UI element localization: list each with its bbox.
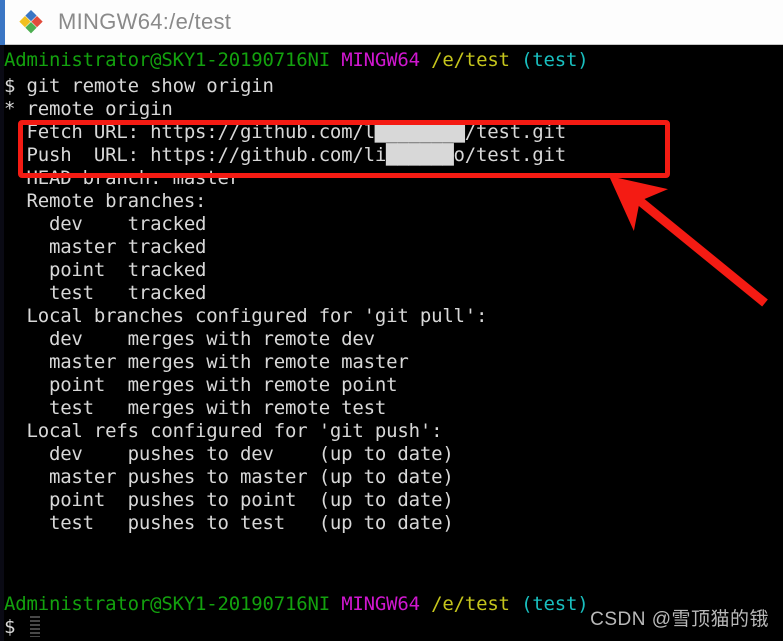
- output-line-pull-master: master merges with remote master: [4, 351, 409, 373]
- output-line-push-url: Push URL: https://github.com/li██████o/t…: [4, 144, 566, 166]
- output-line-push-master: master pushes to master (up to date): [4, 466, 454, 488]
- prompt-path-top: /e/test: [431, 49, 510, 71]
- prompt-line-top: Administrator@SKY1-20190716NI MINGW64 /e…: [4, 49, 589, 72]
- mingw-diamond-icon: [18, 9, 44, 35]
- prompt-line-bottom: Administrator@SKY1-20190716NI MINGW64 /e…: [4, 593, 589, 616]
- prompt-symbol: $: [4, 616, 16, 638]
- output-line-push-dev: dev pushes to dev (up to date): [4, 443, 454, 465]
- output-line-remote-test: test tracked: [4, 282, 207, 304]
- terminal-body[interactable]: Administrator@SKY1-20190716NI MINGW64 /e…: [0, 45, 783, 641]
- window-titlebar: MINGW64:/e/test: [0, 0, 783, 45]
- output-line-remote-branches: Remote branches:: [4, 190, 207, 212]
- output-line-remote-master: master tracked: [4, 236, 207, 258]
- output-line-pull-dev: dev merges with remote dev: [4, 328, 375, 350]
- prompt-space-2: [420, 49, 431, 71]
- output-line-push-header: Local refs configured for 'git push':: [4, 420, 443, 442]
- output-line-push-test: test pushes to test (up to date): [4, 512, 454, 534]
- prompt-shell-bottom: MINGW64: [341, 593, 420, 615]
- prompt-userhost-bottom: Administrator@SKY1-20190716NI: [4, 593, 330, 615]
- output-line-remote-origin: * remote origin: [4, 98, 173, 120]
- screenshot-root: MINGW64:/e/test Administrator@SKY1-20190…: [0, 0, 783, 641]
- prompt-branch-bottom: (test): [521, 593, 589, 615]
- prompt-space-1: [330, 49, 341, 71]
- output-line-head-branch: HEAD branch: master: [4, 167, 241, 189]
- output-line-pull-header: Local branches configured for 'git pull'…: [4, 305, 488, 327]
- output-line-fetch-url: Fetch URL: https://github.com/l████████/…: [4, 121, 566, 143]
- text-cursor: [30, 616, 40, 637]
- csdn-watermark: CSDN @雪顶猫的锇: [590, 609, 769, 630]
- prompt-space-5: [420, 593, 431, 615]
- prompt-space-4: [330, 593, 341, 615]
- prompt-branch-top: (test): [521, 49, 589, 71]
- output-line-remote-dev: dev tracked: [4, 213, 207, 235]
- prompt-shell-top: MINGW64: [341, 49, 420, 71]
- window-title: MINGW64:/e/test: [58, 9, 232, 34]
- prompt-space-6: [510, 593, 521, 615]
- prompt-space-3: [510, 49, 521, 71]
- titlebar-accent-stripe: [0, 0, 5, 45]
- output-line-pull-point: point merges with remote point: [4, 374, 398, 396]
- output-line-pull-test: test merges with remote test: [4, 397, 387, 419]
- prompt-path-bottom: /e/test: [431, 593, 510, 615]
- prompt-userhost-top: Administrator@SKY1-20190716NI: [4, 49, 330, 71]
- output-line-remote-point: point tracked: [4, 259, 207, 281]
- output-line-push-point: point pushes to point (up to date): [4, 489, 454, 511]
- command-line: $ git remote show origin: [4, 75, 274, 97]
